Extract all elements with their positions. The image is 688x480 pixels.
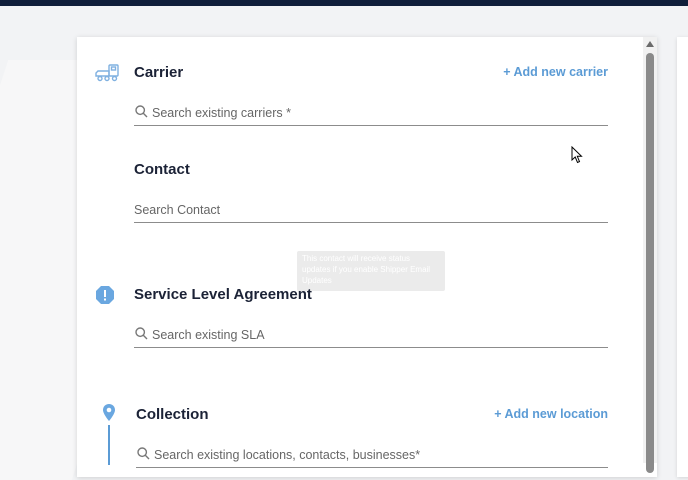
- add-new-carrier-link[interactable]: + Add new carrier: [488, 65, 608, 79]
- contact-tooltip: This contact will receive status updates…: [297, 251, 445, 291]
- sla-search-input[interactable]: [152, 325, 602, 345]
- sla-title: Service Level Agreement: [134, 286, 312, 303]
- top-navigation-bar: [0, 0, 688, 6]
- truck-icon: [95, 63, 121, 88]
- adjacent-panel: [677, 37, 688, 477]
- timeline-connector: [108, 425, 110, 465]
- collection-search-field[interactable]: [136, 445, 608, 468]
- carrier-title: Carrier: [134, 64, 184, 81]
- search-icon: [135, 327, 148, 345]
- contact-search-field[interactable]: [134, 200, 608, 223]
- search-icon: [137, 447, 150, 465]
- scroll-up-arrow-icon[interactable]: [646, 41, 654, 47]
- collection-title: Collection: [136, 406, 209, 423]
- alert-octagon-icon: [95, 285, 115, 310]
- sla-search-field[interactable]: [134, 325, 608, 348]
- search-icon: [135, 105, 148, 123]
- add-new-location-link[interactable]: + Add new location: [478, 407, 608, 421]
- scrollbar-thumb[interactable]: [646, 53, 654, 473]
- background-shape: [0, 255, 40, 465]
- contact-title: Contact: [134, 161, 190, 178]
- mouse-pointer-icon: [571, 145, 583, 169]
- carrier-search-input[interactable]: [152, 103, 602, 123]
- collection-search-input[interactable]: [154, 445, 604, 465]
- vertical-scrollbar[interactable]: [643, 37, 657, 473]
- carrier-search-field[interactable]: [134, 103, 608, 126]
- contact-search-input[interactable]: [134, 200, 604, 220]
